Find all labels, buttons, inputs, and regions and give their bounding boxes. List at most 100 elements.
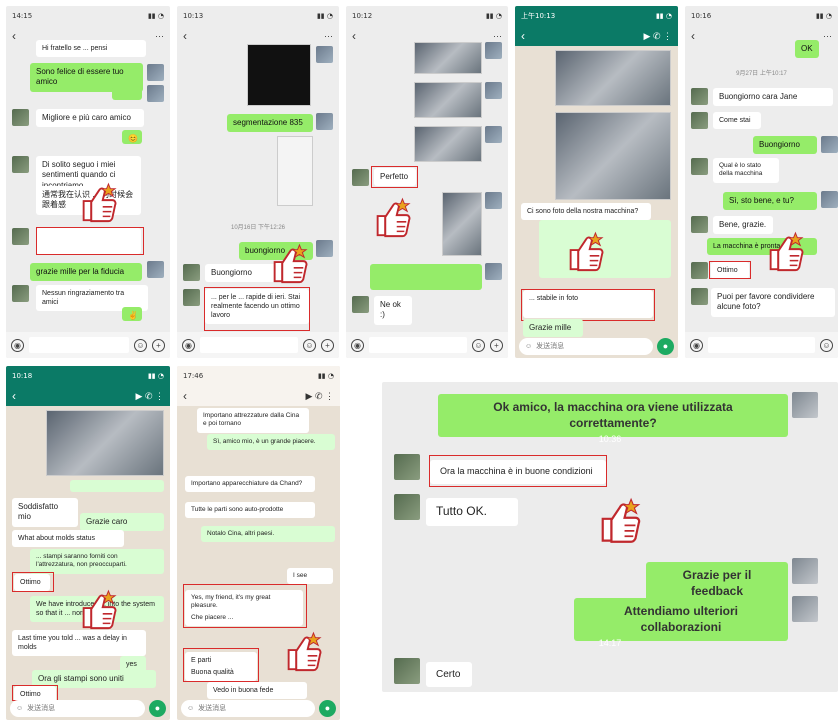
plus-icon[interactable]: + — [152, 338, 165, 352]
message-input[interactable] — [29, 337, 129, 353]
message-input[interactable]: ☺ 发送消息 — [181, 699, 315, 717]
message-input[interactable]: ☺ 发送消息 — [10, 699, 145, 717]
status-bar: 10:16 ▮▮ ◔ — [691, 12, 832, 20]
emoji-icon[interactable]: ☺ — [525, 343, 532, 350]
emoji-icon[interactable]: ☺ — [820, 338, 833, 352]
message: Sì, sto bene, e tu? — [723, 192, 817, 211]
chat-screenshot-5: 10:16 ▮▮ ◔ ‹ ··· OK 9月27日 上午10:17 Buongior… — [685, 6, 838, 358]
call-icon[interactable]: ▶ ✆ ⋮ — [136, 391, 164, 402]
message: Grazie caro — [80, 513, 164, 532]
emoji-icon[interactable]: ☺ — [472, 338, 485, 352]
message-input[interactable]: ☺ 发送消息 — [519, 337, 653, 355]
avatar — [12, 228, 29, 245]
call-icon[interactable]: ▶ ✆ ⋮ — [644, 31, 672, 42]
back-icon[interactable]: ‹ — [521, 29, 525, 43]
avatar — [147, 261, 164, 278]
message: 😊 — [122, 130, 142, 144]
more-icon[interactable]: ··· — [155, 31, 164, 41]
more-icon[interactable]: ··· — [493, 31, 502, 41]
input-bar: ☺ 发送消息 ● — [177, 696, 340, 720]
emoji-icon[interactable]: ☺ — [303, 338, 316, 352]
chat-header: ‹ ▶ ✆ ⋮ — [177, 386, 340, 406]
emoji-icon[interactable]: ☺ — [134, 338, 147, 352]
message: Tutte le parti sono auto-prodotte — [185, 502, 315, 519]
thumbs-up-icon — [769, 231, 804, 272]
back-icon[interactable]: ‹ — [12, 29, 16, 43]
avatar — [691, 112, 708, 129]
avatar — [485, 82, 502, 99]
plus-icon[interactable]: + — [490, 338, 503, 352]
timestamp: 10月16日 下午12:26 — [230, 225, 286, 231]
message: Attendiamo ulteriori collaborazioni — [574, 598, 788, 642]
status-bar: 17:46 ▮▮ ◔ — [177, 366, 340, 386]
status-bar: 上午10:13 ▮▮ ◔ — [515, 6, 678, 26]
avatar — [485, 192, 502, 209]
message — [370, 264, 482, 290]
chat-screenshot-2: 10:13 ▮▮ ◔ ‹ ··· segmentazione 835 10月16日 … — [177, 6, 339, 358]
emoji-icon[interactable]: ☺ — [16, 705, 23, 712]
chat-screenshot-7: 17:46 ▮▮ ◔ ‹ ▶ ✆ ⋮ Importano attrezzature … — [177, 366, 340, 720]
voice-icon[interactable]: ◉ — [182, 338, 195, 352]
chat-header: ‹ ▶ ✆ ⋮ — [515, 26, 678, 46]
voice-icon[interactable]: ◉ — [11, 338, 24, 352]
back-icon[interactable]: ‹ — [691, 29, 695, 43]
avatar — [691, 158, 708, 175]
message: OK — [795, 40, 819, 59]
avatar — [821, 191, 838, 208]
voice-icon[interactable]: ◉ — [690, 338, 703, 352]
message: segmentazione 835 — [227, 114, 313, 133]
input-bar: ◉ ☺ + — [6, 332, 170, 358]
message: Certo — [426, 662, 472, 687]
message — [70, 480, 164, 492]
avatar — [792, 392, 818, 418]
avatar — [183, 289, 200, 306]
avatar — [792, 558, 818, 584]
message: Importano apparecchiature da Chand? — [185, 476, 315, 493]
message: Migliore e più caro amico — [36, 109, 144, 128]
thumbs-up-icon — [601, 498, 641, 543]
message: Come stai — [713, 112, 761, 130]
highlight-box — [36, 227, 144, 255]
chat-header: ‹ ▶ ✆ ⋮ — [6, 386, 170, 406]
avatar — [147, 85, 164, 102]
avatar — [792, 596, 818, 622]
highlight-box — [204, 287, 310, 331]
microphone-icon[interactable]: ● — [657, 337, 674, 355]
emoji-icon[interactable]: ☺ — [187, 705, 194, 712]
microphone-icon[interactable]: ● — [319, 699, 336, 717]
chat-screenshot-6: 10:18 ▮▮ ◔ ‹ ▶ ✆ ⋮ Soddisfatto mio Grazie … — [6, 366, 170, 720]
message: Buongiorno cara Jane — [713, 88, 833, 107]
highlight-box — [521, 289, 655, 321]
highlight-box — [12, 572, 54, 592]
message: Tutto OK. — [426, 498, 518, 526]
back-icon[interactable]: ‹ — [183, 389, 187, 403]
voice-icon[interactable]: ◉ — [351, 338, 364, 352]
message-input[interactable] — [708, 337, 815, 353]
message-input[interactable] — [200, 337, 298, 353]
image-message — [555, 112, 671, 200]
highlight-box — [371, 166, 418, 188]
message-input[interactable] — [369, 337, 467, 353]
avatar — [394, 658, 420, 684]
video-message — [46, 410, 164, 476]
back-icon[interactable]: ‹ — [183, 29, 187, 43]
more-icon[interactable]: ··· — [324, 31, 333, 41]
more-icon[interactable]: ··· — [823, 31, 832, 41]
back-icon[interactable]: ‹ — [352, 29, 356, 43]
message: Importano attrezzature dalla Cina e poi … — [197, 408, 309, 433]
timestamp: 9月27日 上午10:17 — [736, 71, 787, 77]
call-icon[interactable]: ▶ ✆ ⋮ — [306, 391, 334, 402]
back-icon[interactable]: ‹ — [12, 389, 16, 403]
status-bar: 14:15 ▮▮ ◔ — [12, 12, 164, 20]
avatar — [183, 264, 200, 281]
message: Last time you told ... was a delay in mo… — [12, 630, 146, 657]
avatar — [485, 126, 502, 143]
microphone-icon[interactable]: ● — [149, 699, 166, 717]
avatar — [394, 494, 420, 520]
highlight-box — [429, 455, 607, 487]
highlight-box — [709, 261, 751, 279]
message: What about molds status — [12, 530, 124, 548]
highlight-box — [183, 648, 259, 682]
avatar — [316, 46, 333, 63]
plus-icon[interactable]: + — [321, 338, 334, 352]
